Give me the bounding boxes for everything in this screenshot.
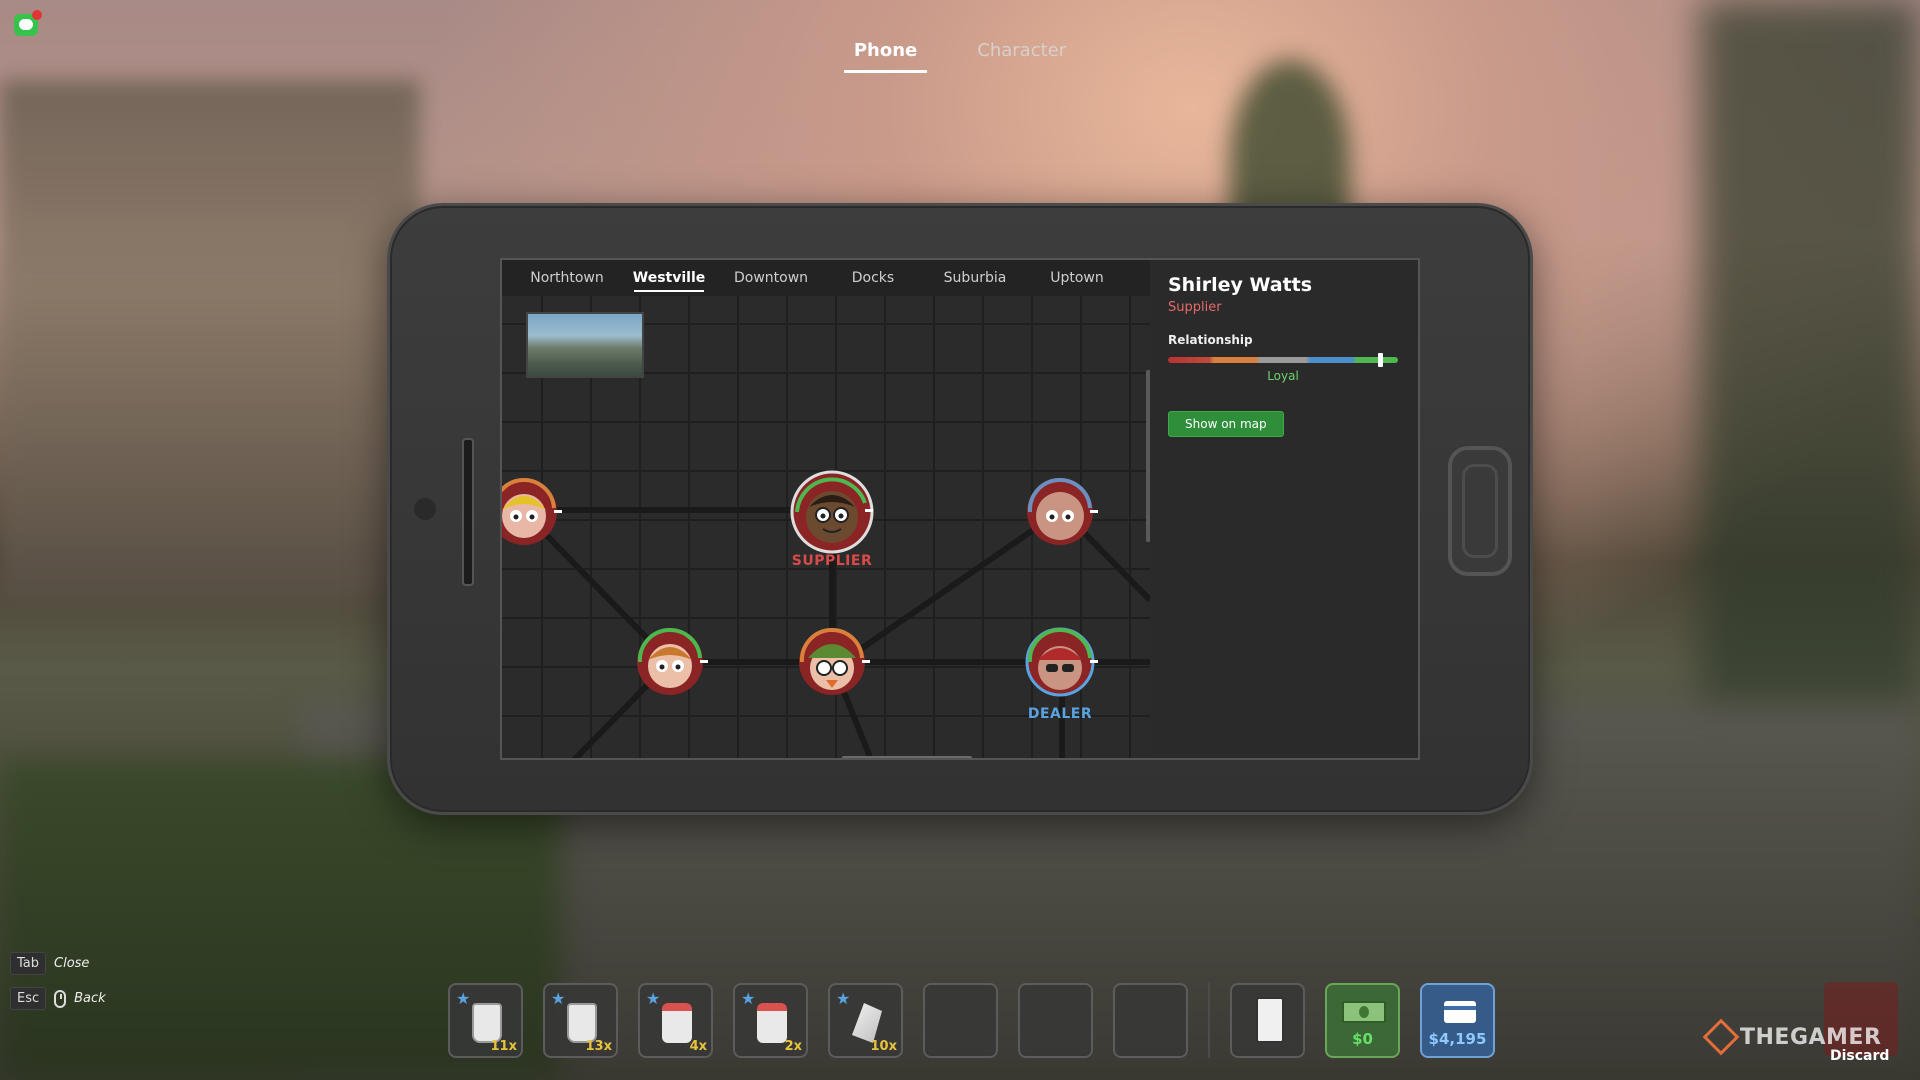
chat-bubble-icon: [19, 19, 33, 30]
bank-amount: $4,195: [1428, 1030, 1487, 1048]
slot-quantity: 4x: [689, 1039, 707, 1054]
phone-camera: [414, 498, 436, 520]
tab-character[interactable]: Character: [967, 38, 1076, 73]
jar-icon: [662, 1003, 692, 1043]
crystal-icon: [852, 1003, 882, 1043]
slot-quantity: 13x: [585, 1039, 612, 1054]
watermark-text: THEGAMER: [1740, 1024, 1882, 1050]
contact-avatar-green-hat[interactable]: [792, 622, 872, 702]
inventory-hotbar: ★ 11x ★ 13x ★ 4x ★ 2x ★ 10x $0 $4,195: [448, 983, 1495, 1058]
notification-dot: [32, 10, 42, 20]
hotbar-slot-1[interactable]: ★ 11x: [448, 983, 523, 1058]
dealer-label: DEALER: [1027, 706, 1093, 722]
relationship-marker: [1377, 353, 1383, 367]
contact-avatar-dealer[interactable]: [1020, 622, 1100, 702]
contacts-network-map[interactable]: SUPPLIER DEALER Northtown Westville Down…: [500, 260, 1151, 758]
tab-suburbia[interactable]: Suburbia: [924, 264, 1026, 292]
keybind-hints: Tab Close Esc Back: [10, 952, 106, 1022]
message-notification-icon[interactable]: [14, 10, 42, 36]
hotbar-slot-4[interactable]: ★ 2x: [733, 983, 808, 1058]
star-icon: ★: [836, 989, 851, 1008]
tab-northtown[interactable]: Northtown: [516, 264, 618, 292]
key-esc: Esc: [10, 987, 47, 1010]
clipboard-icon: [1256, 997, 1284, 1043]
cash-amount: $0: [1352, 1030, 1373, 1048]
tab-downtown[interactable]: Downtown: [720, 264, 822, 292]
contact-role: Supplier: [1168, 300, 1222, 315]
tab-uptown[interactable]: Uptown: [1026, 264, 1128, 292]
cash-icon: [1342, 1001, 1386, 1023]
contact-detail-panel: Shirley Watts Supplier Relationship Loya…: [1150, 260, 1418, 758]
star-icon: ★: [741, 989, 756, 1008]
relationship-level: Loyal: [1267, 369, 1299, 383]
baggie-icon: [567, 1003, 597, 1043]
tab-docks[interactable]: Docks: [822, 264, 924, 292]
phone-home-button[interactable]: [1448, 446, 1512, 576]
hotbar-slot-clipboard[interactable]: [1230, 983, 1305, 1058]
hotbar-slot-bank[interactable]: $4,195: [1420, 983, 1495, 1058]
hint-close: Tab Close: [10, 952, 106, 975]
hotbar-slot-3[interactable]: ★ 4x: [638, 983, 713, 1058]
region-thumbnail: [526, 312, 644, 378]
top-tab-bar: Phone Character: [0, 38, 1920, 73]
hotbar-slot-2[interactable]: ★ 13x: [543, 983, 618, 1058]
phone-speaker: [462, 438, 474, 586]
hotbar-slot-cash[interactable]: $0: [1325, 983, 1400, 1058]
phone-screen: SUPPLIER DEALER Northtown Westville Down…: [500, 258, 1420, 760]
discard-label: Discard: [1830, 1048, 1890, 1064]
slot-quantity: 11x: [490, 1039, 517, 1054]
hint-back-label: Back: [74, 991, 106, 1006]
hint-close-label: Close: [54, 956, 90, 971]
contact-avatar-shirley-watts[interactable]: [787, 467, 877, 557]
hotbar-slot-8[interactable]: [1113, 983, 1188, 1058]
slot-quantity: 2x: [784, 1039, 802, 1054]
contact-avatar-bald[interactable]: [1020, 472, 1100, 552]
relationship-bar: [1168, 353, 1398, 367]
tab-westville[interactable]: Westville: [618, 264, 720, 292]
relationship-title: Relationship: [1168, 333, 1253, 347]
slot-quantity: 10x: [870, 1039, 897, 1054]
contact-avatar-blonde[interactable]: [500, 472, 564, 552]
map-horizontal-scrollbar[interactable]: [842, 756, 972, 758]
supplier-label: SUPPLIER: [791, 553, 873, 569]
baggie-icon: [472, 1003, 502, 1043]
hint-back: Esc Back: [10, 987, 106, 1010]
contact-name: Shirley Watts: [1168, 274, 1313, 296]
star-icon: ★: [456, 989, 471, 1008]
credit-card-icon: [1444, 1001, 1476, 1023]
region-tab-bar: Northtown Westville Downtown Docks Subur…: [502, 260, 1150, 296]
hotbar-slot-7[interactable]: [1018, 983, 1093, 1058]
jar-icon: [757, 1003, 787, 1043]
key-tab: Tab: [10, 952, 47, 975]
tab-phone[interactable]: Phone: [843, 38, 928, 73]
show-on-map-button[interactable]: Show on map: [1168, 411, 1284, 437]
background-house: [0, 80, 420, 600]
watermark-logo-icon: [1702, 1018, 1740, 1056]
watermark: THEGAMER: [1702, 1018, 1882, 1056]
contact-avatar-red-hair[interactable]: [630, 622, 710, 702]
star-icon: ★: [551, 989, 566, 1008]
background-tree: [1700, 0, 1920, 700]
hotbar-divider: [1208, 983, 1210, 1058]
hotbar-slot-6[interactable]: [923, 983, 998, 1058]
star-icon: ★: [646, 989, 661, 1008]
hotbar-slot-5[interactable]: ★ 10x: [828, 983, 903, 1058]
mouse-icon: [54, 989, 67, 1008]
